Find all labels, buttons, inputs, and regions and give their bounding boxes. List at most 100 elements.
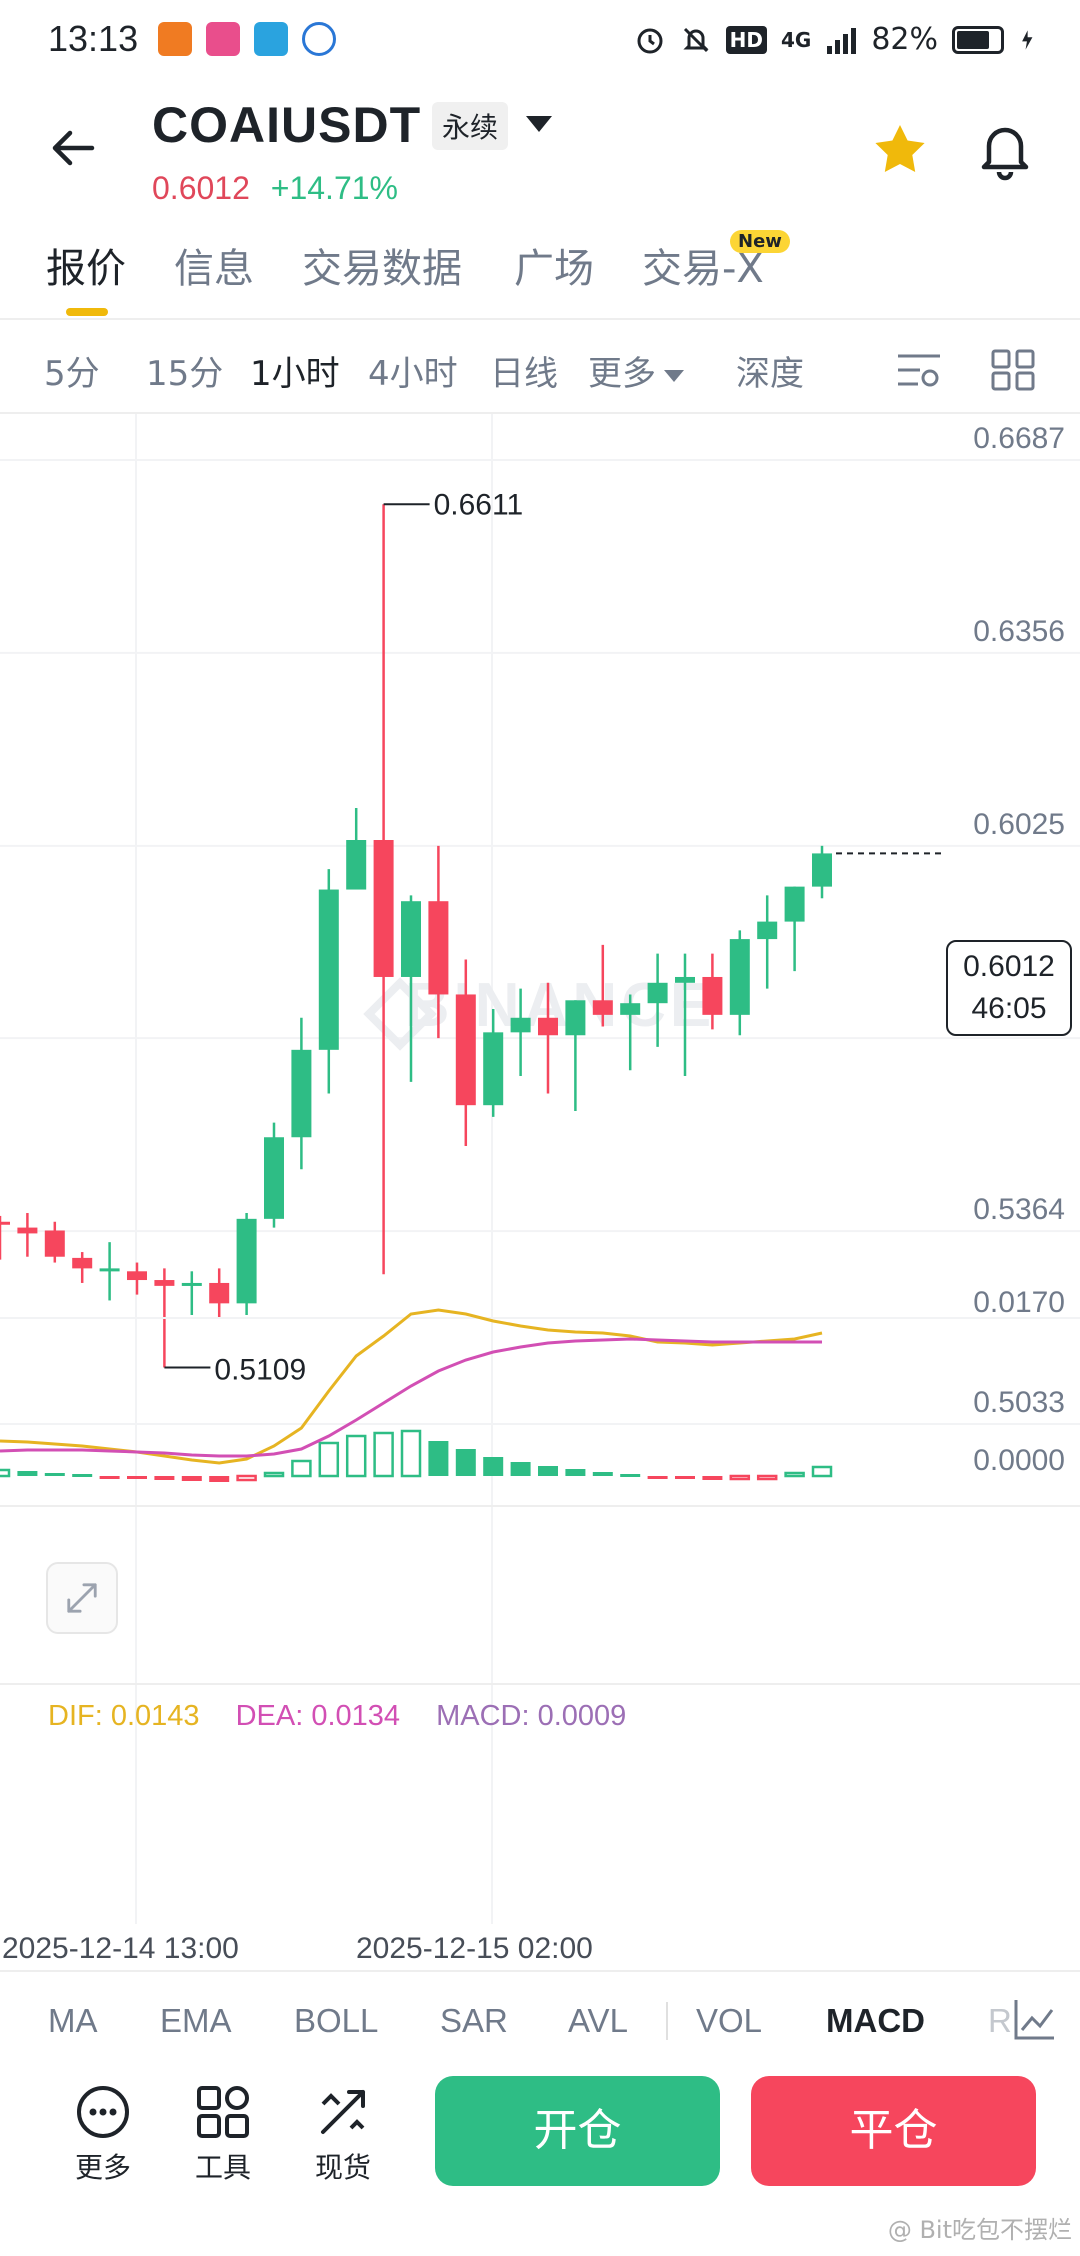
depth-tab[interactable]: 深度 (736, 346, 804, 395)
macd-histogram-bar (127, 1476, 147, 1479)
star-icon[interactable] (870, 120, 930, 180)
app-notification-icon (302, 22, 336, 56)
macd-histogram-bar (483, 1457, 504, 1476)
price-axis-label: 0.5364 (973, 1193, 1065, 1226)
candle-body (346, 840, 367, 890)
macd-histogram-bar (345, 1434, 367, 1478)
bell-icon[interactable] (975, 118, 1035, 182)
price-axis-label: 0.5033 (973, 1386, 1065, 1419)
price-axis-label: 0.6025 (973, 808, 1065, 841)
fullscreen-expand-icon[interactable] (46, 1562, 118, 1634)
indicator-bar: MA EMA BOLL SAR AVL VOL MACD R (0, 1970, 1080, 2070)
candle-body (0, 1221, 10, 1225)
charging-icon (1022, 29, 1033, 50)
candle-body (565, 1000, 586, 1036)
candle-body (702, 976, 723, 1015)
macd-histogram-bar (181, 1476, 202, 1481)
candle-body (812, 853, 832, 887)
macd-histogram-bar (400, 1429, 422, 1478)
candle-body (592, 1000, 613, 1015)
tab-quote[interactable]: 报价 (46, 236, 126, 294)
candle-body (264, 1137, 284, 1219)
macd-histogram (0, 1429, 833, 1482)
battery-percent: 82% (871, 22, 938, 57)
candle-body (510, 1017, 531, 1033)
more-button[interactable]: 更多 (58, 2084, 148, 2186)
candles (0, 504, 832, 1368)
chart-settings-icon[interactable] (896, 348, 942, 392)
interval-4h[interactable]: 4小时 (368, 346, 458, 395)
macd-histogram-bar (428, 1441, 449, 1476)
tools-button[interactable]: 工具 (178, 2084, 268, 2186)
macd-label: MACD: 0.0009 (436, 1700, 627, 1732)
candle-body (44, 1230, 65, 1257)
tab-info[interactable]: 信息 (174, 236, 254, 294)
spot-label: 现货 (314, 2151, 371, 2184)
close-position-button[interactable]: 平仓 (751, 2076, 1036, 2186)
candle-body (99, 1268, 120, 1272)
interval-1h[interactable]: 1小时 (250, 346, 340, 395)
back-arrow-icon[interactable] (44, 118, 104, 178)
macd-axis-label: 0.0170 (973, 1286, 1065, 1319)
high-price-label: 0.6611 (434, 488, 524, 521)
candle-body (127, 1271, 147, 1281)
macd-histogram-bar (510, 1462, 531, 1476)
change-percent: +14.71% (270, 170, 398, 206)
macd-histogram-bar (0, 1468, 11, 1478)
interval-bar: 5分 15分 1小时 4小时 日线 更多 深度 (0, 320, 1080, 414)
low-price-label: 0.5109 (214, 1353, 306, 1386)
candle-body (181, 1282, 202, 1286)
signal-icon (827, 27, 857, 54)
indicator-vol[interactable]: VOL (696, 2002, 762, 2040)
macd-histogram-bar (647, 1476, 668, 1479)
telegram-icon (254, 22, 288, 56)
alarm-icon (637, 28, 663, 53)
macd-histogram-bar (291, 1459, 312, 1478)
indicator-boll[interactable]: BOLL (294, 2002, 378, 2040)
credit-watermark: @ Bit吃包不摆烂 (887, 2216, 1072, 2244)
interval-5m[interactable]: 5分 (44, 346, 100, 395)
interval-1d[interactable]: 日线 (490, 346, 558, 395)
interval-more[interactable]: 更多 (588, 346, 684, 395)
price-axis-label: 0.6687 (973, 422, 1065, 455)
tab-trading-data[interactable]: 交易数据 (302, 236, 462, 294)
open-position-button[interactable]: 开仓 (435, 2076, 720, 2186)
time-label: 2025-12-14 13:00 (2, 1932, 239, 1965)
status-bar: 13:13 HD 4G 82% (0, 0, 1080, 88)
candle-body (675, 976, 695, 983)
grid-layout-icon[interactable] (990, 348, 1036, 392)
candle-body (647, 982, 668, 1004)
macd-histogram-bar (209, 1476, 230, 1482)
macd-histogram-bar (99, 1476, 120, 1479)
tab-square[interactable]: 广场 (514, 236, 594, 294)
indicator-avl[interactable]: AVL (568, 2002, 628, 2040)
indicator-macd[interactable]: MACD (826, 2002, 925, 2040)
price-axis: 0.50330.53640.56950.60250.63560.6687 (973, 422, 1065, 1419)
indicator-ma[interactable]: MA (48, 2002, 98, 2040)
indicator-rsi[interactable]: R (988, 2002, 1012, 2040)
swap-arrows-icon (321, 2090, 365, 2134)
macd-histogram-bar (565, 1469, 586, 1476)
macd-histogram-bar (236, 1474, 257, 1482)
candle-body (729, 939, 750, 1015)
candle-body (455, 994, 476, 1106)
indicator-ema[interactable]: EMA (160, 2002, 232, 2040)
macd-histogram-bar (592, 1472, 613, 1476)
status-time: 13:13 (48, 18, 139, 59)
candle-body (401, 901, 421, 977)
macd-histogram-bar (784, 1471, 805, 1478)
indicator-settings-icon[interactable] (1012, 1996, 1058, 2042)
candle-countdown: 46:05 (971, 992, 1047, 1025)
symbol-title[interactable]: COAIUSDT (152, 96, 421, 154)
macd-axis: 0.0170 0.0000 (973, 1286, 1065, 1477)
macd-histogram-bar (17, 1471, 38, 1476)
macd-histogram-bar (263, 1471, 285, 1478)
macd-histogram-bar (620, 1474, 641, 1477)
last-price: 0.6012 (152, 170, 250, 206)
spot-button[interactable]: 现货 (298, 2084, 388, 2186)
contract-type-badge: 永续 (432, 102, 509, 150)
candle-body (428, 901, 449, 995)
indicator-sar[interactable]: SAR (440, 2002, 508, 2040)
interval-15m[interactable]: 15分 (146, 346, 223, 395)
chevron-down-icon[interactable] (524, 112, 554, 136)
